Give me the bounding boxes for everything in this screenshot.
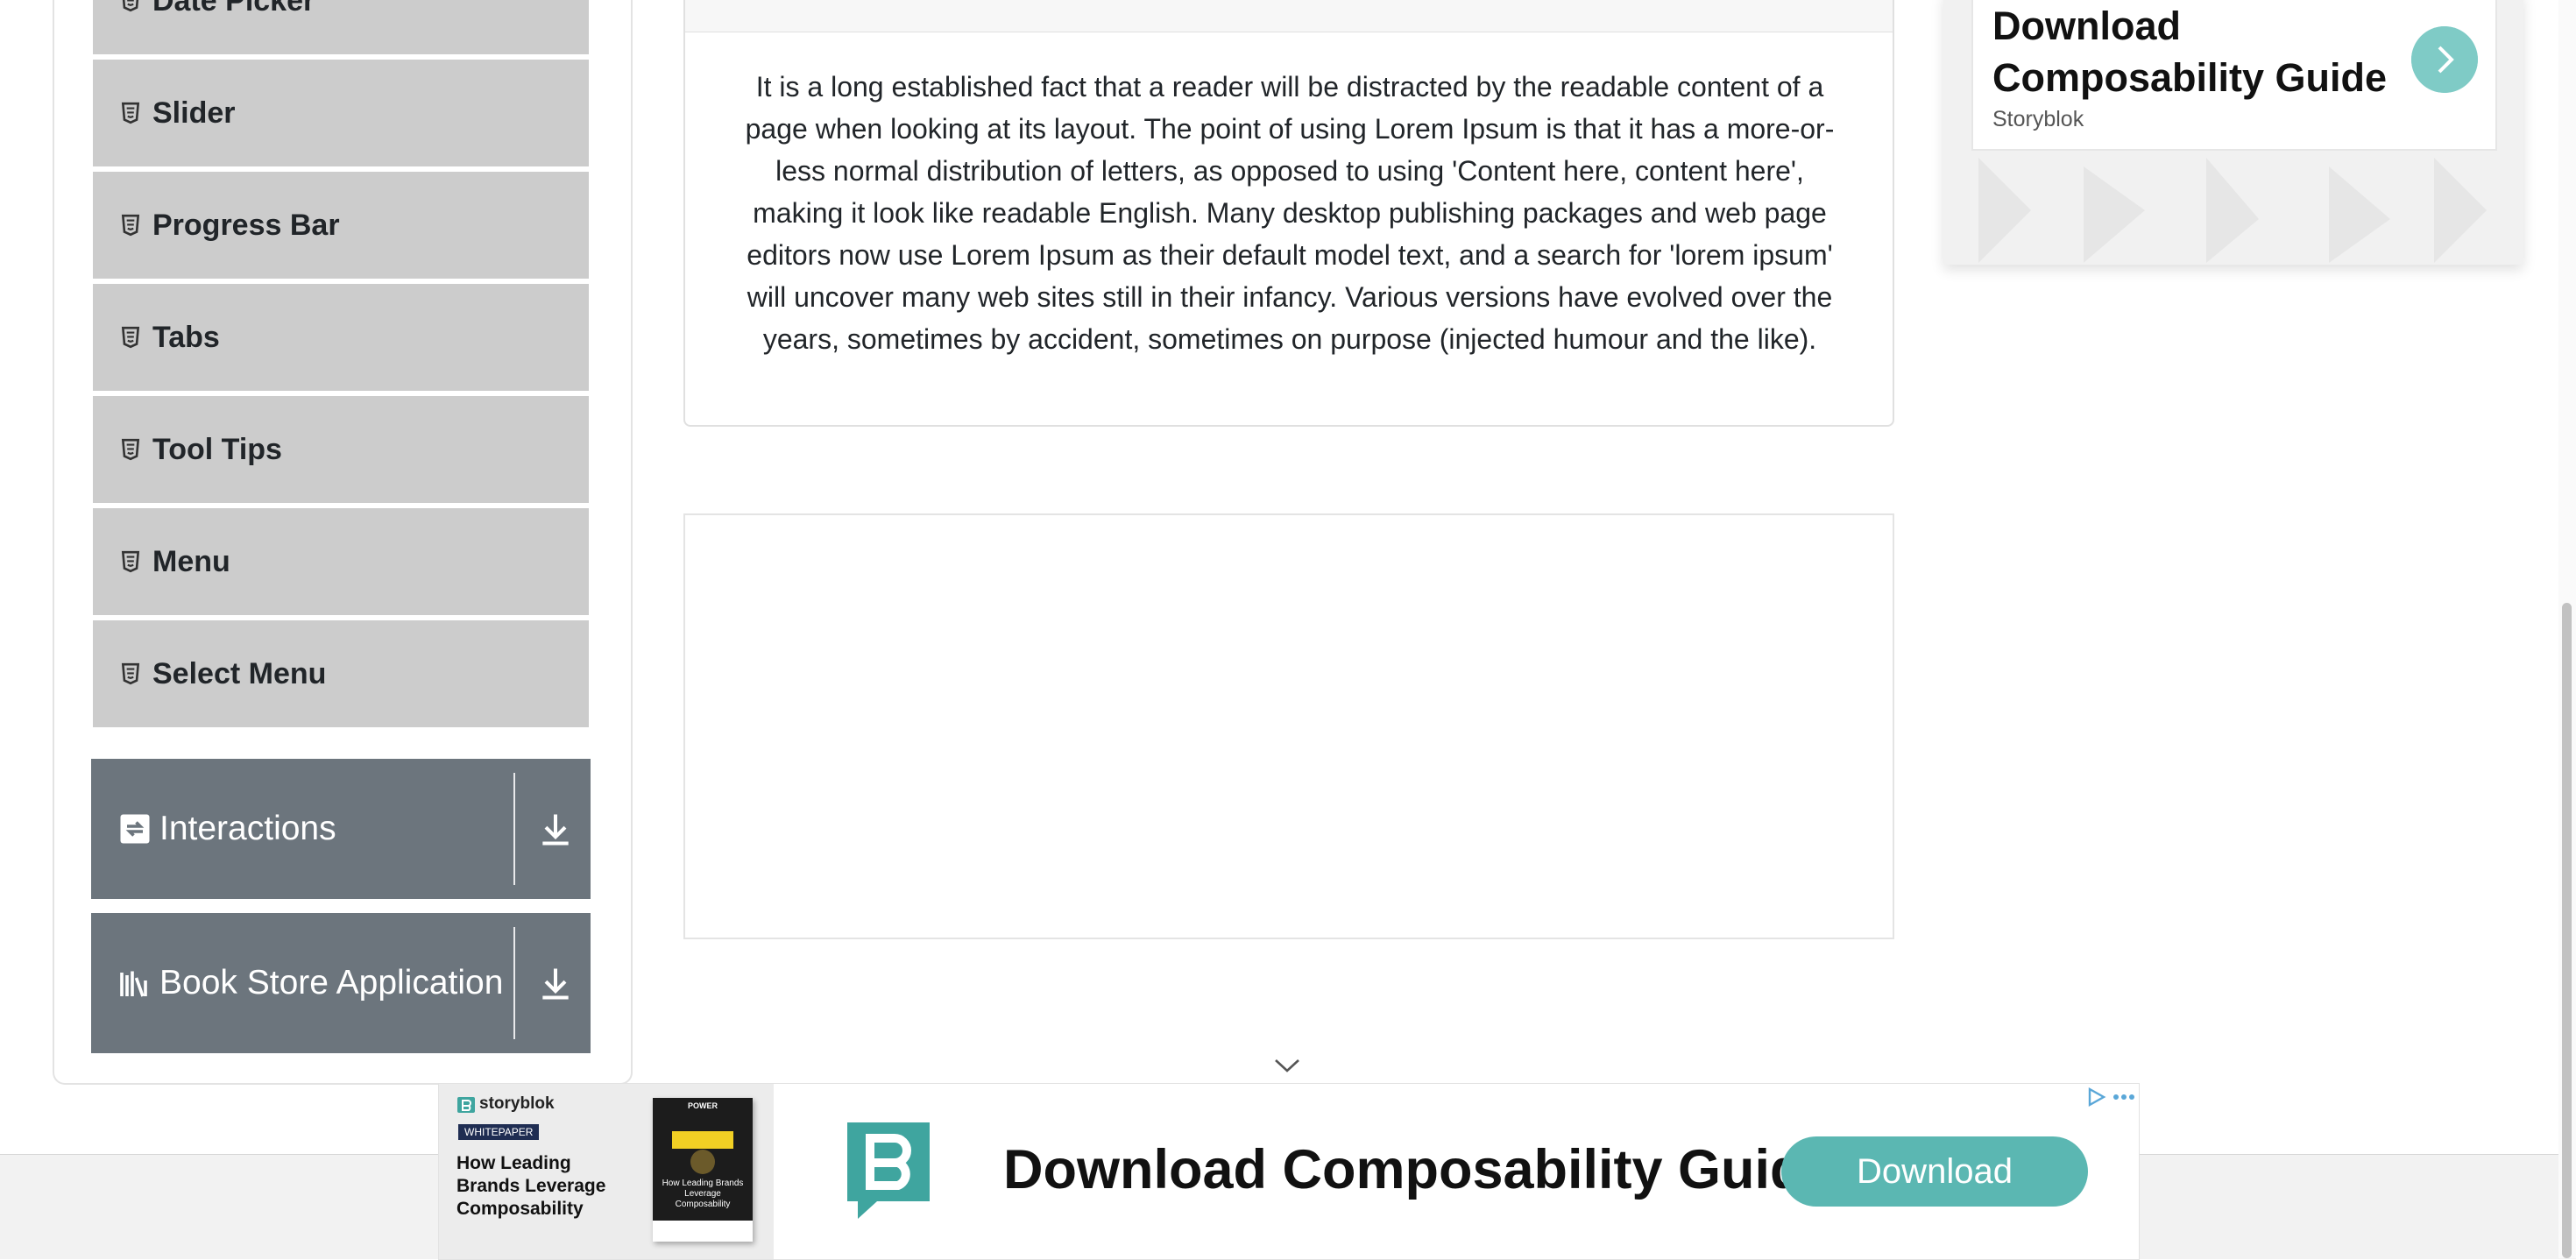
cover-text: How Leading Brands Leverage Composabilit… — [662, 1179, 744, 1209]
html5-icon — [122, 0, 139, 12]
menu-item-label: Date Picker — [152, 0, 315, 18]
group-label: Book Store Application — [159, 964, 504, 1002]
chevron-down-icon[interactable] — [1272, 1055, 1302, 1076]
html5-icon — [121, 326, 140, 349]
html5-icon — [121, 102, 140, 124]
ad-title: Download Composability Guide — [1992, 4, 2388, 100]
left-panel: Date Picker Slider Progress Bar Tabs Too… — [53, 0, 633, 1085]
group-divider — [513, 927, 515, 1039]
banner-tag: WHITEPAPER — [458, 1124, 540, 1140]
banner-title: Download Composability Guide — [1003, 1139, 1835, 1200]
html5-icon — [121, 662, 140, 685]
group-interactions[interactable]: Interactions — [91, 759, 591, 899]
menu-item-select-menu[interactable]: Select Menu — [93, 620, 589, 727]
empty-content-box — [683, 513, 1894, 939]
download-icon[interactable] — [536, 964, 575, 1002]
html5-icon — [121, 438, 140, 461]
interactions-icon — [120, 814, 150, 844]
side-ad[interactable]: Download Composability Guide Storyblok — [1943, 0, 2523, 265]
chevron-right-icon[interactable] — [2411, 26, 2478, 93]
group-label: Interactions — [159, 810, 336, 847]
more-options-icon[interactable] — [2112, 1093, 2135, 1101]
menu-item-date-picker[interactable]: Date Picker — [93, 0, 589, 54]
html5-icon — [121, 214, 140, 237]
menu-item-label: Progress Bar — [152, 208, 340, 242]
ad-card: Download Composability Guide Storyblok — [1971, 0, 2497, 151]
menu-item-tool-tips[interactable]: Tool Tips — [93, 396, 589, 503]
storyblok-logo-icon — [457, 1097, 475, 1113]
content-card: It is a long established fact that a rea… — [683, 32, 1894, 427]
banner-headline: How Leading Brands Leverage Composabilit… — [456, 1153, 606, 1219]
menu-item-menu[interactable]: Menu — [93, 508, 589, 615]
adchoices-icon[interactable] — [2084, 1086, 2107, 1108]
banner-brand: storyblok — [479, 1094, 555, 1113]
menu-item-label: Tabs — [152, 320, 220, 354]
banner-promo: storyblok WHITEPAPER How Leading Brands … — [439, 1084, 774, 1259]
scrollbar-thumb[interactable] — [2562, 603, 2572, 1258]
menu-item-label: Slider — [152, 96, 236, 130]
cover-art-icon — [672, 1131, 733, 1174]
whitepaper-cover: POWER How Leading Brands Leverage Compos… — [653, 1098, 753, 1242]
storyblok-logo-icon — [847, 1122, 930, 1219]
card-paragraph: It is a long established fact that a rea… — [745, 71, 1835, 355]
bottom-banner-ad[interactable]: storyblok WHITEPAPER How Leading Brands … — [438, 1083, 2140, 1260]
html5-icon — [121, 550, 140, 573]
menu-item-label: Tool Tips — [152, 432, 282, 466]
books-icon — [120, 971, 147, 997]
element-menu-list: Date Picker Slider Progress Bar Tabs Too… — [93, 0, 589, 733]
card-header — [683, 0, 1894, 34]
download-button[interactable]: Download — [1781, 1136, 2088, 1207]
menu-item-tabs[interactable]: Tabs — [93, 284, 589, 391]
page-scrollbar[interactable] — [2558, 0, 2576, 1258]
ad-brand: Storyblok — [1992, 107, 2084, 131]
menu-item-label: Select Menu — [152, 656, 327, 690]
menu-item-progress-bar[interactable]: Progress Bar — [93, 172, 589, 279]
group-divider — [513, 773, 515, 885]
cover-title: POWER — [687, 1101, 718, 1110]
download-icon[interactable] — [536, 810, 575, 848]
menu-item-label: Menu — [152, 544, 230, 578]
group-book-store-application[interactable]: Book Store Application — [91, 913, 591, 1053]
menu-item-slider[interactable]: Slider — [93, 60, 589, 166]
cover-footer — [653, 1221, 753, 1242]
